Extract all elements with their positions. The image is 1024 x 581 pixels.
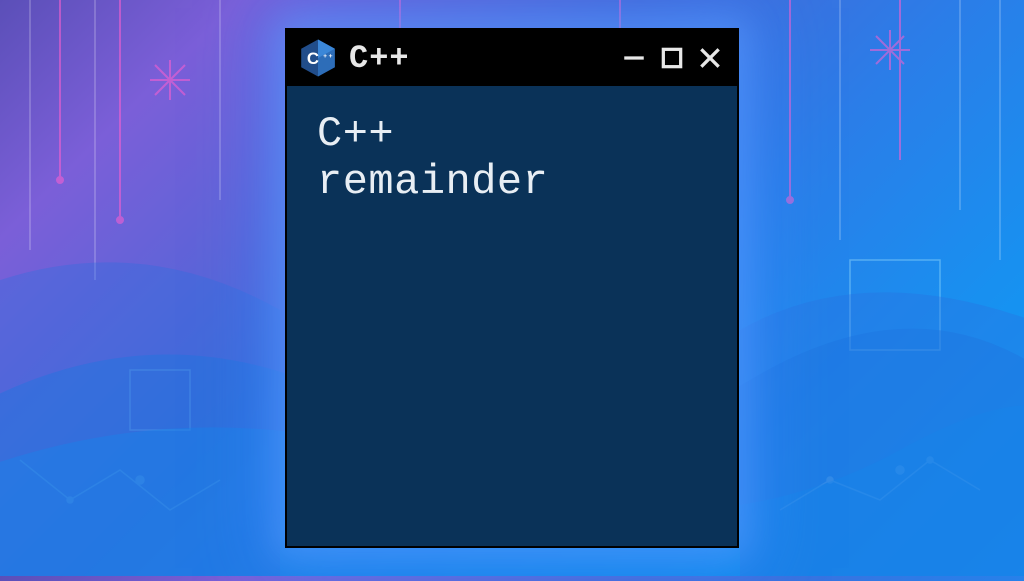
- minimize-button[interactable]: [621, 45, 647, 71]
- window-title: C++: [349, 40, 611, 77]
- window-controls: [621, 45, 723, 71]
- svg-text:+: +: [323, 53, 327, 60]
- svg-text:+: +: [329, 53, 333, 60]
- terminal-window: C + + C++ C++ remainder: [285, 28, 739, 548]
- window-titlebar[interactable]: C + + C++: [287, 30, 737, 86]
- content-line-1: C++: [317, 110, 707, 158]
- terminal-content: C++ remainder: [287, 86, 737, 546]
- cpp-logo-icon: C + +: [297, 37, 339, 79]
- close-button[interactable]: [697, 45, 723, 71]
- maximize-button[interactable]: [659, 45, 685, 71]
- content-line-2: remainder: [317, 158, 707, 206]
- svg-text:C: C: [307, 49, 319, 68]
